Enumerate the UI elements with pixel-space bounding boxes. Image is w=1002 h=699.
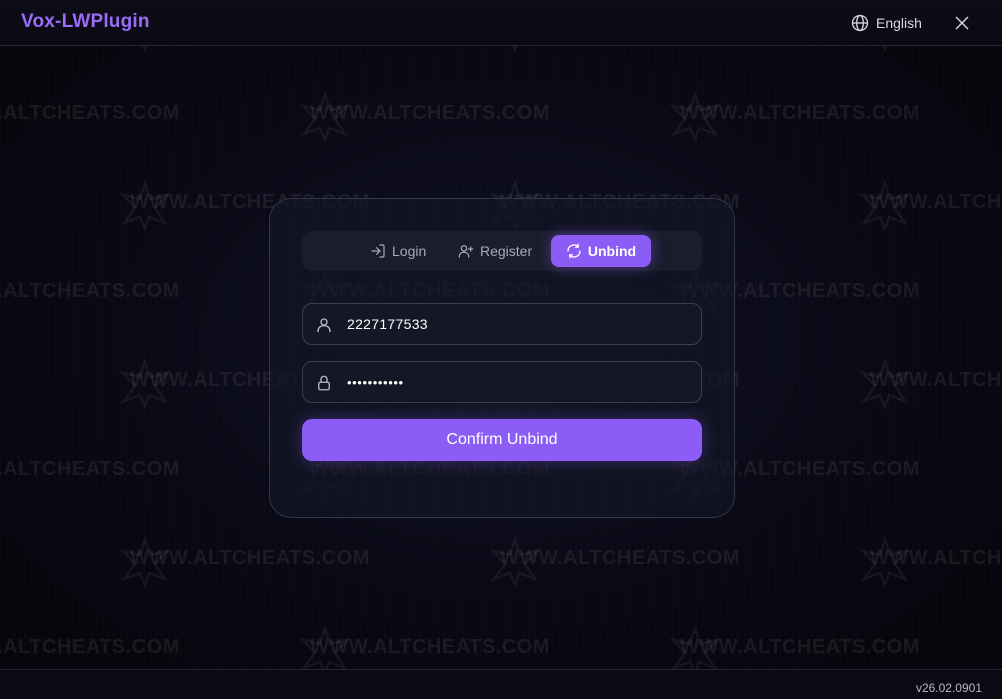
watermark-text: WWW.ALTCHEATS.COM bbox=[870, 369, 1002, 391]
watermark-star-icon bbox=[860, 181, 910, 231]
language-label: English bbox=[876, 15, 922, 31]
tab-unbind[interactable]: Unbind bbox=[551, 235, 651, 267]
globe-icon bbox=[851, 14, 869, 32]
status-bar: v26.02.0901 bbox=[0, 669, 1002, 699]
watermark-text: WWW.ALTCHEATS.COM bbox=[0, 636, 180, 658]
watermark-star-icon bbox=[670, 92, 720, 142]
close-button[interactable] bbox=[952, 13, 972, 33]
watermark-text: WWW.ALTCHEATS.COM bbox=[310, 636, 550, 658]
language-selector[interactable]: English bbox=[850, 12, 922, 34]
tab-unbind-label: Unbind bbox=[587, 243, 637, 259]
watermark-star-icon bbox=[860, 359, 910, 409]
username-value: 2227177533 bbox=[347, 316, 428, 332]
watermark-text: WWW.ALTCHEATS.COM bbox=[0, 102, 180, 124]
watermark-star-icon bbox=[300, 92, 350, 142]
watermark-text: WWW.ALTCHEATS.COM bbox=[680, 102, 920, 124]
tab-login-label: Login bbox=[392, 243, 427, 259]
watermark-star-icon bbox=[490, 537, 540, 587]
watermark-text: WWW.ALTCHEATS.COM bbox=[130, 547, 370, 569]
lock-icon bbox=[318, 375, 330, 391]
username-field[interactable]: 2227177533 bbox=[302, 303, 702, 345]
version-label: v26.02.0901 bbox=[915, 681, 982, 695]
watermark-text: WWW.ALTCHEATS.COM bbox=[680, 636, 920, 658]
watermark-star-icon bbox=[120, 359, 170, 409]
tab-register[interactable]: Register bbox=[448, 235, 542, 267]
watermark-star-icon bbox=[120, 537, 170, 587]
app-window: WWW.ALTCHEATS.COM WWW.ALTCHEATS.COM WWW.AL… bbox=[0, 0, 1002, 699]
refresh-icon bbox=[567, 243, 581, 259]
watermark-text: WWW.ALTCHEATS.COM bbox=[0, 280, 180, 302]
watermark-text: WWW.ALTCHEATS.COM bbox=[0, 458, 180, 480]
auth-card: Login Register Unbind 2227177533 •••••••… bbox=[269, 198, 735, 518]
tab-login[interactable]: Login bbox=[360, 235, 436, 267]
watermark-star-icon bbox=[860, 537, 910, 587]
confirm-unbind-button[interactable]: Confirm Unbind bbox=[302, 419, 702, 461]
close-icon bbox=[955, 16, 969, 30]
tab-register-label: Register bbox=[480, 243, 533, 259]
watermark-text: WWW.ALTCHEATS.COM bbox=[500, 547, 740, 569]
password-value: ••••••••••• bbox=[347, 375, 404, 390]
user-icon bbox=[317, 318, 331, 333]
watermark-text: WWW.ALTCHEATS.COM bbox=[870, 191, 1002, 213]
user-plus-icon bbox=[458, 245, 474, 258]
app-title: Vox-LWPlugin bbox=[21, 11, 150, 32]
password-field[interactable]: ••••••••••• bbox=[302, 361, 702, 403]
auth-tabs: Login Register Unbind bbox=[302, 231, 702, 271]
login-icon bbox=[371, 244, 385, 258]
watermark-text: WWW.ALTCHEATS.COM bbox=[310, 102, 550, 124]
watermark-star-icon bbox=[120, 181, 170, 231]
watermark-text: WWW.ALTCHEATS.COM bbox=[870, 547, 1002, 569]
title-bar: Vox-LWPlugin English bbox=[0, 0, 1002, 46]
